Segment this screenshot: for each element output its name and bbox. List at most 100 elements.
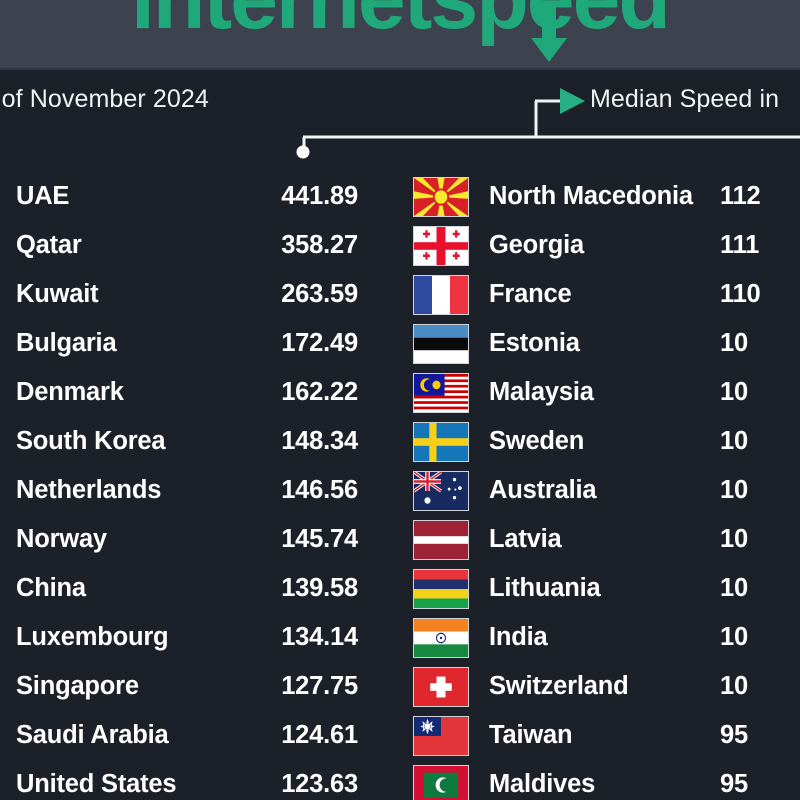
speed-value: 441.89 (281, 182, 358, 210)
latvia-flag-icon (413, 519, 469, 560)
country-name: Georgia (489, 231, 584, 259)
table-row[interactable]: Estonia 10 (400, 319, 800, 368)
speed-value: 148.34 (281, 427, 358, 455)
country-name: India (489, 623, 548, 651)
speed-value: 10 (720, 672, 748, 700)
table-row[interactable]: France 110 (400, 270, 800, 319)
estonia-flag-icon (413, 323, 469, 364)
arrow-right-icon (560, 88, 585, 114)
country-name: United States (16, 770, 177, 798)
table-row[interactable]: Netherlands 146.56 (0, 466, 400, 515)
country-name: Denmark (16, 378, 124, 406)
dot-marker-icon (296, 145, 310, 159)
speed-value: 10 (720, 623, 748, 651)
table-row[interactable]: Singapore 127.75 (0, 662, 400, 711)
country-name: Maldives (489, 770, 596, 798)
table-row[interactable]: Bulgaria 172.49 (0, 319, 400, 368)
speed-value: 162.22 (281, 378, 358, 406)
speed-value: 139.58 (281, 574, 358, 602)
speed-value: 110 (720, 280, 761, 308)
france-flag-icon (413, 274, 469, 315)
country-name: China (16, 574, 86, 602)
speed-value: 95 (720, 721, 748, 749)
table-row[interactable]: India 10 (400, 613, 800, 662)
infographic-root: internetspeed s of November 2024 Median … (0, 0, 800, 800)
maldives-flag-icon (413, 764, 469, 800)
speed-value: 10 (720, 574, 748, 602)
brand-header-band: internetspeed (0, 0, 800, 70)
speed-value: 127.75 (281, 672, 358, 700)
malaysia-flag-icon (413, 372, 469, 413)
north-macedonia-flag-icon (413, 176, 469, 217)
speed-value: 10 (720, 427, 748, 455)
georgia-flag-icon (413, 225, 469, 266)
right-ranking-column: North Macedonia 112 Georgia 111 France 1… (400, 172, 800, 800)
table-row[interactable]: North Macedonia 112 (400, 172, 800, 221)
switzerland-flag-icon (413, 666, 469, 707)
country-name: Switzerland (489, 672, 629, 700)
australia-flag-icon (413, 470, 469, 511)
speed-value: 134.14 (281, 623, 358, 651)
as-of-date-label: s of November 2024 (0, 85, 209, 113)
table-row[interactable]: UAE 441.89 (0, 172, 400, 221)
country-name: Lithuania (489, 574, 601, 602)
speed-value: 10 (720, 378, 748, 406)
country-name: Malaysia (489, 378, 594, 406)
table-row[interactable]: Kuwait 263.59 (0, 270, 400, 319)
median-speed-label: Median Speed in (590, 85, 780, 113)
table-row[interactable]: China 139.58 (0, 564, 400, 613)
country-name: Norway (16, 525, 107, 553)
speed-value: 172.49 (281, 329, 358, 357)
speed-value: 124.61 (281, 721, 358, 749)
country-name: North Macedonia (489, 182, 693, 210)
speed-value: 263.59 (281, 280, 358, 308)
country-name: Luxembourg (16, 623, 169, 651)
table-row[interactable]: Australia 10 (400, 466, 800, 515)
sweden-flag-icon (413, 421, 469, 462)
table-row[interactable]: United States 123.63 (0, 760, 400, 800)
country-name: Taiwan (489, 721, 573, 749)
speed-value: 123.63 (281, 770, 358, 798)
country-name: Australia (489, 476, 597, 504)
table-row[interactable]: South Korea 148.34 (0, 417, 400, 466)
table-row[interactable]: Sweden 10 (400, 417, 800, 466)
country-name: Bulgaria (16, 329, 117, 357)
speed-value: 10 (720, 329, 748, 357)
country-name: Singapore (16, 672, 139, 700)
speed-value: 10 (720, 525, 748, 553)
speed-value: 111 (720, 231, 760, 259)
table-row[interactable]: Saudi Arabia 124.61 (0, 711, 400, 760)
speed-value: 146.56 (281, 476, 358, 504)
table-row[interactable]: Luxembourg 134.14 (0, 613, 400, 662)
table-row[interactable]: Maldives 95 (400, 760, 800, 800)
table-row[interactable]: Georgia 111 (400, 221, 800, 270)
country-name: South Korea (16, 427, 166, 455)
table-row[interactable]: Switzerland 10 (400, 662, 800, 711)
india-flag-icon (413, 617, 469, 658)
arrow-down-icon (531, 2, 567, 62)
speed-value: 10 (720, 476, 748, 504)
left-ranking-column: UAE 441.89 Qatar 358.27 Kuwait 263.59 Bu… (0, 172, 400, 800)
country-name: UAE (16, 182, 70, 210)
country-name: Netherlands (16, 476, 162, 504)
mauritius-flag-icon (413, 568, 469, 609)
country-name: Saudi Arabia (16, 721, 169, 749)
table-row[interactable]: Norway 145.74 (0, 515, 400, 564)
country-name: Kuwait (16, 280, 99, 308)
country-name: Qatar (16, 231, 82, 259)
table-row[interactable]: Denmark 162.22 (0, 368, 400, 417)
country-name: Latvia (489, 525, 562, 553)
country-name: Sweden (489, 427, 585, 455)
table-row[interactable]: Malaysia 10 (400, 368, 800, 417)
table-row[interactable]: Lithuania 10 (400, 564, 800, 613)
speed-value: 112 (720, 182, 761, 210)
taiwan-flag-icon (413, 715, 469, 756)
country-name: Estonia (489, 329, 580, 357)
page-title: internetspeed (131, 0, 671, 42)
table-row[interactable]: Latvia 10 (400, 515, 800, 564)
table-row[interactable]: Qatar 358.27 (0, 221, 400, 270)
speed-value: 95 (720, 770, 748, 798)
country-name: France (489, 280, 572, 308)
table-row[interactable]: Taiwan 95 (400, 711, 800, 760)
speed-value: 358.27 (281, 231, 358, 259)
